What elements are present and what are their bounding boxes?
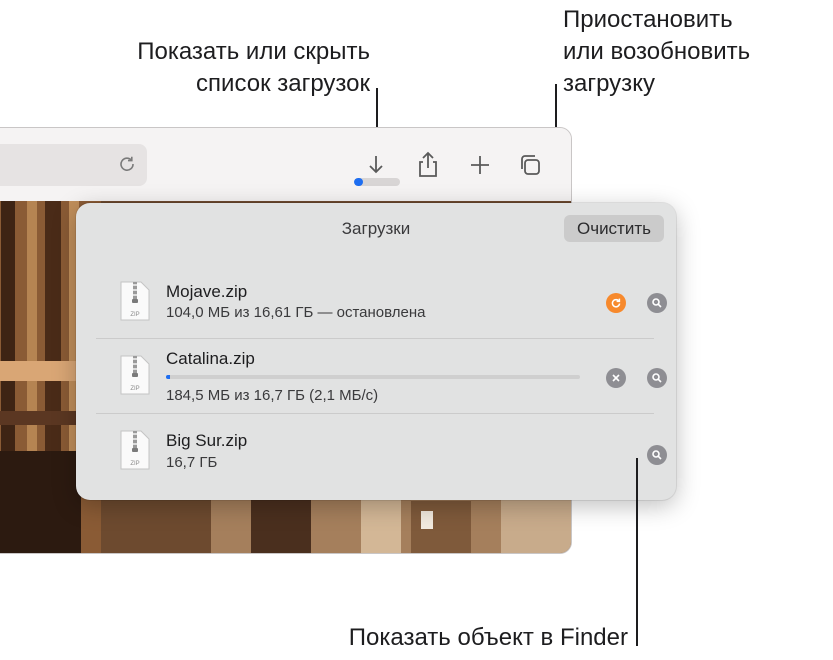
downloads-progress-bar (354, 178, 400, 186)
download-item-big-sur[interactable]: ZIP Big Sur.zip 16,7 ГБ (96, 419, 667, 485)
clear-button[interactable]: Очистить (564, 215, 664, 242)
callout-pause-resume-line3: загрузку (563, 70, 655, 97)
new-tab-icon[interactable] (465, 150, 495, 180)
download-item-catalina[interactable]: ZIP Catalina.zip 184,5 МБ из 16,7 ГБ (2,… (96, 343, 667, 409)
show-in-finder-button[interactable] (647, 445, 667, 465)
share-icon[interactable] (413, 150, 443, 180)
show-in-finder-button[interactable] (647, 293, 667, 313)
downloads-icon[interactable] (361, 150, 391, 180)
downloads-progress-fill (354, 178, 364, 186)
file-status: 184,5 МБ из 16,7 ГБ (2,1 МБ/с) (166, 387, 379, 404)
callout-pause-resume: Приостановить или возобновить загрузку (563, 4, 823, 100)
address-bar[interactable] (0, 144, 147, 186)
zip-label: ZIP (130, 386, 139, 392)
download-item-mojave[interactable]: ZIP Mojave.zip 104,0 МБ из 16,61 ГБ — ос… (96, 271, 667, 335)
file-name: Mojave.zip (166, 282, 248, 301)
download-progress-fill (166, 375, 171, 379)
file-name: Catalina.zip (166, 349, 255, 368)
zip-file-icon: ZIP (120, 430, 150, 470)
callout-pause-resume-line2: или возобновить (563, 38, 751, 65)
stop-icon (612, 374, 620, 382)
reload-icon[interactable] (117, 154, 137, 174)
callout-toggle-list-line2: список загрузок (196, 70, 370, 97)
download-progress-bar (166, 375, 580, 379)
callout-show-in-finder-pointer (636, 458, 638, 646)
zip-file-icon: ZIP (120, 355, 150, 395)
zip-file-icon: ZIP (120, 281, 150, 321)
zip-label: ZIP (130, 461, 139, 467)
resume-icon (611, 298, 621, 308)
magnifier-icon (652, 373, 662, 383)
row-divider (96, 338, 654, 339)
downloads-popover: Загрузки Очистить ZIP Mojave.zip 104,0 М… (76, 203, 676, 500)
resume-button[interactable] (606, 293, 626, 313)
callout-toggle-list-line1: Показать или скрыть (137, 38, 370, 65)
file-status: 104,0 МБ из 16,61 ГБ — остановлена (166, 304, 426, 321)
tabs-overview-icon[interactable] (516, 150, 546, 180)
stop-button[interactable] (606, 368, 626, 388)
file-status: 16,7 ГБ (166, 454, 218, 471)
zip-label: ZIP (130, 312, 139, 318)
magnifier-icon (652, 298, 662, 308)
show-in-finder-button[interactable] (647, 368, 667, 388)
callout-toggle-list: Показать или скрыть список загрузок (80, 36, 370, 100)
row-divider (96, 413, 654, 414)
file-name: Big Sur.zip (166, 431, 248, 450)
magnifier-icon (652, 450, 662, 460)
callout-show-in-finder: Показать объект в Finder (348, 624, 628, 651)
toolbar (0, 128, 571, 200)
callout-pause-resume-line1: Приостановить (563, 6, 733, 33)
